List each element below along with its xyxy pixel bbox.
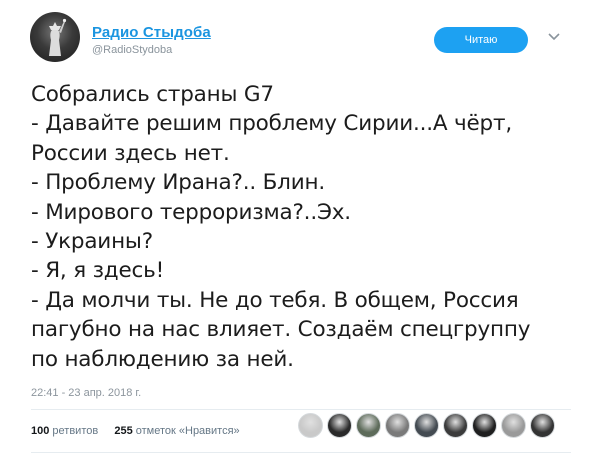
liker-2-avatar[interactable] (327, 413, 352, 438)
tweet-line: - Я, я здесь! (31, 258, 165, 284)
liker-7-avatar[interactable] (472, 413, 497, 438)
display-name-link[interactable]: Радио Стыдоба (92, 24, 211, 41)
tweet-line: - Украины? (31, 229, 153, 255)
liker-4-avatar[interactable] (385, 413, 410, 438)
profile-avatar[interactable] (30, 12, 80, 62)
tweet-line: России здесь нет. (31, 140, 230, 166)
liker-9-avatar[interactable] (530, 413, 555, 438)
tweet-text: Собрались страны G7 - Давайте решим проб… (31, 80, 586, 374)
liker-1-avatar[interactable] (298, 413, 323, 438)
likes-stat[interactable]: 255 отметок «Нравится» (114, 425, 239, 437)
tweet-line: - Мирового терроризма?..Эх. (31, 199, 351, 225)
statue-of-liberty-icon (49, 18, 67, 56)
likers-avatars (298, 413, 555, 443)
liker-3-avatar[interactable] (356, 413, 381, 438)
divider (31, 409, 571, 410)
tweet-line: по наблюдению за ней. (31, 346, 294, 372)
retweets-count: 100 (31, 425, 50, 437)
tweet-line: - Давайте решим проблему Сирии...А чёрт, (31, 111, 512, 137)
follow-button[interactable]: Читаю (434, 27, 528, 53)
chevron-down-icon[interactable] (547, 30, 561, 44)
likes-label: отметок «Нравится» (135, 425, 240, 437)
likes-count: 255 (114, 425, 133, 437)
retweets-label: ретвитов (52, 425, 99, 437)
tweet-line: Собрались страны G7 (31, 82, 274, 107)
account-handle: @RadioStydoba (92, 44, 173, 56)
liker-6-avatar[interactable] (443, 413, 468, 438)
tweet-line: - Да молчи ты. Не до тебя. В общем, Росс… (31, 287, 519, 313)
retweets-stat[interactable]: 100 ретвитов (31, 425, 98, 437)
liker-5-avatar[interactable] (414, 413, 439, 438)
tweet-line: - Проблему Ирана?.. Блин. (31, 170, 325, 196)
tweet-line: пагубно на нас влияет. Создаём спецгрупп… (31, 317, 531, 343)
engagement-stats: 100 ретвитов 255 отметок «Нравится» (31, 425, 240, 437)
divider (31, 452, 571, 453)
tweet-timestamp[interactable]: 22:41 - 23 апр. 2018 г. (31, 387, 141, 399)
liker-8-avatar[interactable] (501, 413, 526, 438)
